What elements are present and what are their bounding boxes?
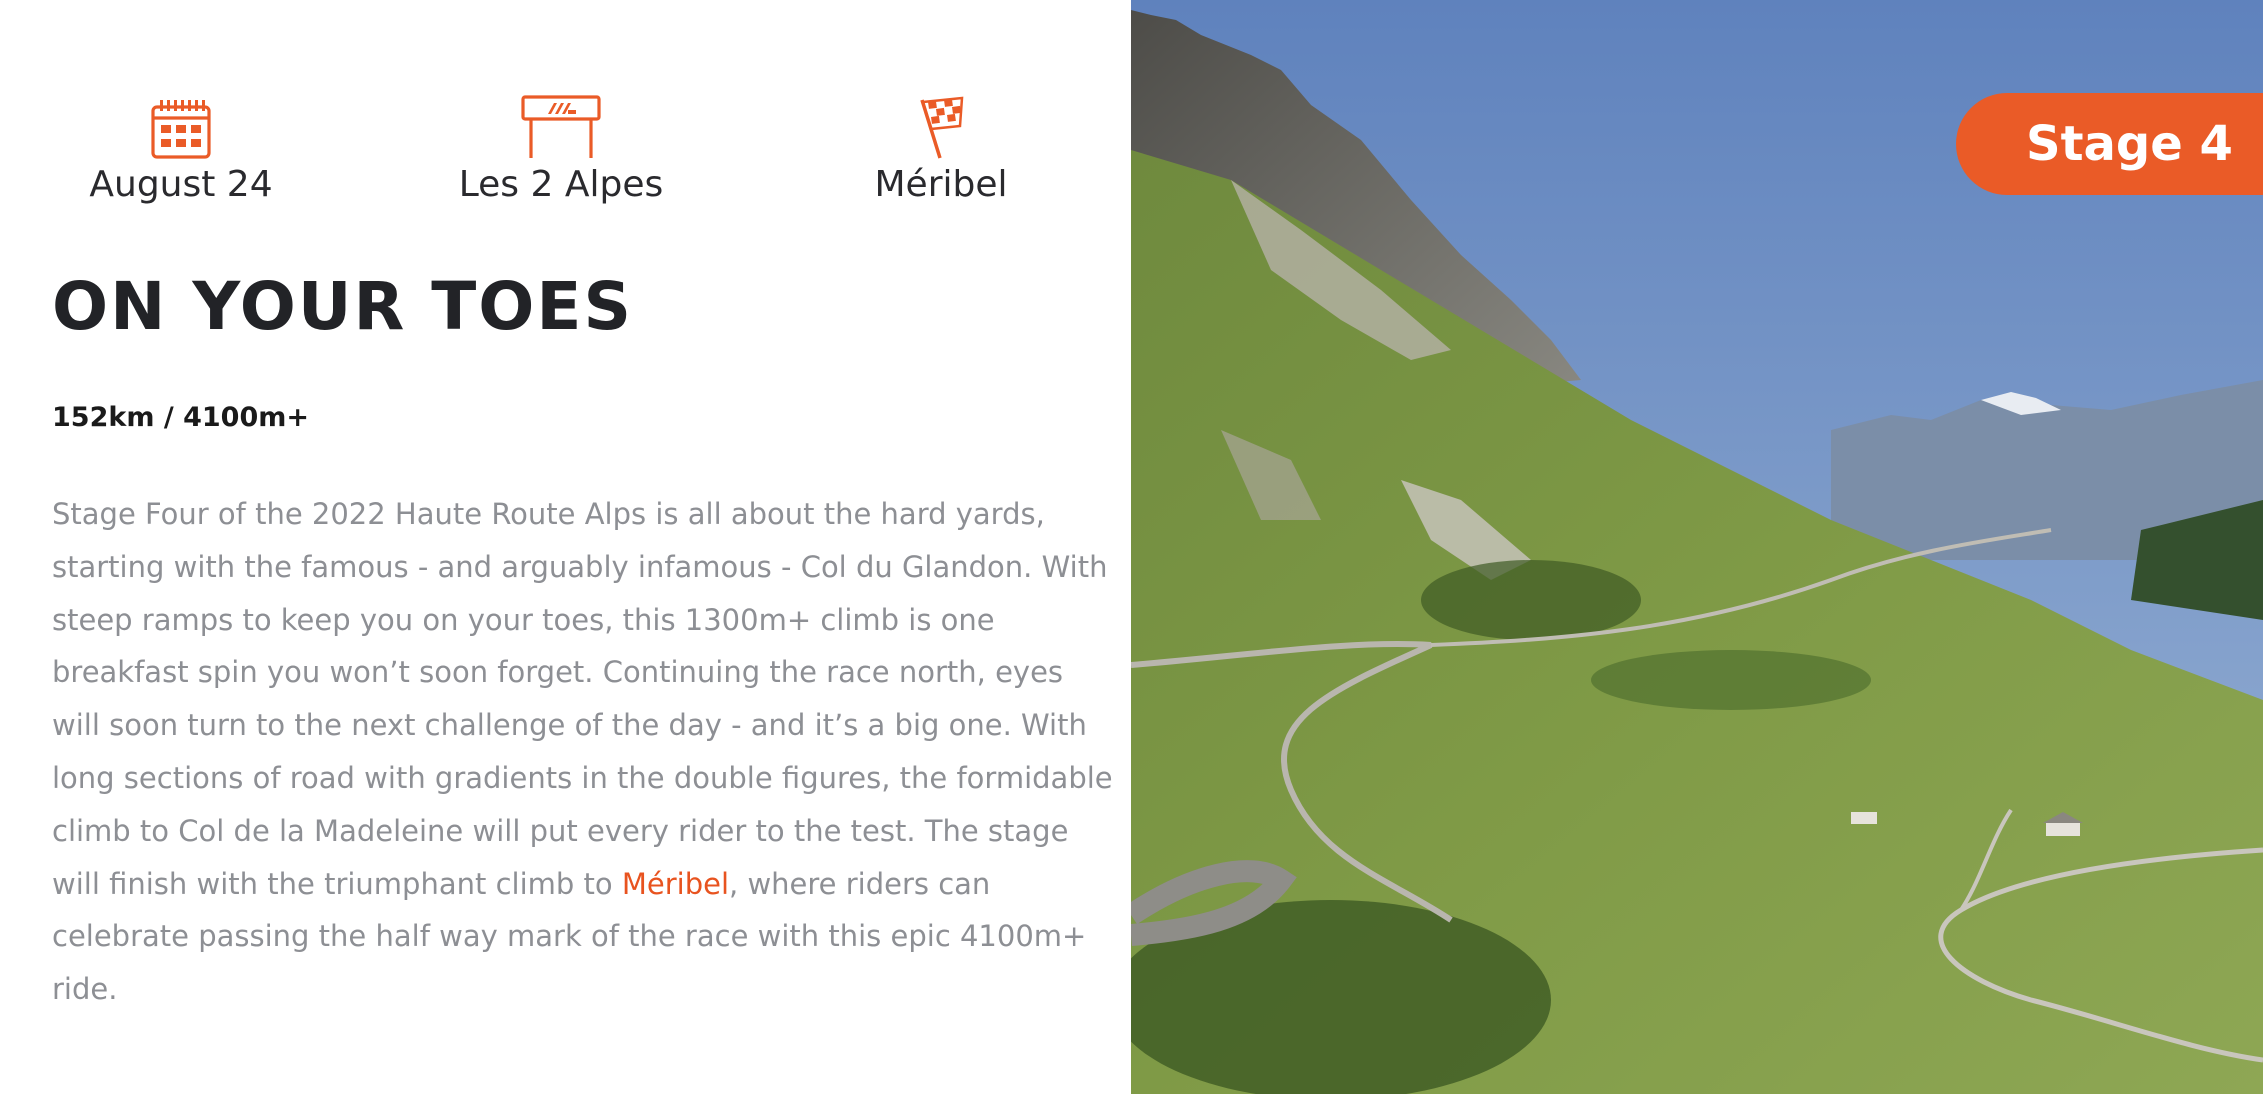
stage-title: ON YOUR TOES <box>52 268 634 345</box>
start-location: Les 2 Alpes <box>458 164 664 205</box>
meribel-link[interactable]: Méribel <box>622 867 729 901</box>
description-text-start: Stage Four of the 2022 Haute Route Alps … <box>52 497 1113 901</box>
start-banner-icon <box>520 90 602 160</box>
start-info: Les 2 Alpes <box>411 90 711 205</box>
stage-info-panel: August 24 Les 2 Alpes Méribel ON YOUR TO… <box>0 0 1131 1094</box>
stage-stats: 152km / 4100m+ <box>52 402 310 433</box>
stage-badge: Stage 4 <box>1956 93 2263 195</box>
date-info: August 24 <box>31 90 331 205</box>
calendar-icon <box>150 90 212 160</box>
stage-date: August 24 <box>89 164 273 205</box>
checkered-flag-icon <box>916 90 966 160</box>
finish-location: Méribel <box>874 164 1008 205</box>
stage-section: August 24 Les 2 Alpes Méribel ON YOUR TO… <box>0 0 2263 1094</box>
finish-info: Méribel <box>791 90 1091 205</box>
stage-description: Stage Four of the 2022 Haute Route Alps … <box>52 488 1114 1016</box>
stage-badge-label: Stage 4 <box>2026 116 2233 172</box>
